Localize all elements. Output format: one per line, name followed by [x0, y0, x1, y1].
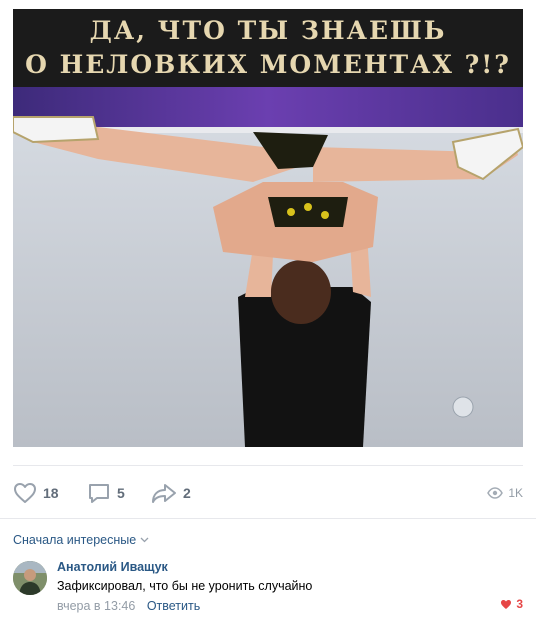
avatar[interactable]: [13, 561, 47, 595]
share-count: 2: [183, 485, 191, 501]
comments-divider: [0, 518, 536, 519]
image-caption-banner: ДА, ЧТО ТЫ ЗНАЕШЬ О НЕЛОВКИХ МОМЕНТАХ ?!…: [13, 9, 523, 87]
reply-button[interactable]: Ответить: [147, 599, 200, 613]
views-counter: 1K: [487, 478, 523, 508]
like-count: 18: [43, 485, 59, 501]
share-button[interactable]: 2: [151, 478, 191, 508]
comment-button[interactable]: 5: [87, 478, 125, 508]
comment-author[interactable]: Анатолий Иващук: [57, 560, 168, 574]
image-caption-line-1: ДА, ЧТО ТЫ ЗНАЕШЬ: [89, 16, 447, 45]
share-arrow-icon: [152, 484, 176, 503]
comment-bubble-icon: [89, 484, 109, 503]
comment-item: Анатолий Иващук Зафиксировал, что бы не …: [13, 559, 523, 619]
actions-divider: [13, 465, 523, 466]
comment-like-button[interactable]: 3: [500, 597, 523, 611]
view-count: 1K: [508, 486, 523, 500]
sort-label: Сначала интересные: [13, 533, 137, 547]
heart-filled-icon: [501, 599, 512, 609]
comment-meta: вчера в 13:46 Ответить: [57, 599, 200, 613]
figure-skating-photo: [13, 87, 523, 447]
post-image[interactable]: ДА, ЧТО ТЫ ЗНАЕШЬ О НЕЛОВКИХ МОМЕНТАХ ?!…: [13, 9, 523, 447]
chevron-down-icon: [140, 537, 149, 543]
comment-text: Зафиксировал, что бы не уронить случайно: [57, 579, 313, 593]
comments-sort-dropdown[interactable]: Сначала интересные: [13, 533, 149, 547]
comment-like-count: 3: [516, 597, 523, 611]
like-button[interactable]: 18: [13, 478, 59, 508]
avatar-photo: [13, 561, 47, 595]
eye-icon: [487, 487, 504, 499]
comment-count: 5: [117, 485, 125, 501]
comment-time[interactable]: вчера в 13:46: [57, 599, 135, 613]
heart-icon: [14, 483, 36, 503]
image-caption-line-2: О НЕЛОВКИХ МОМЕНТАХ ?!?: [25, 50, 511, 79]
post-actions-bar: 18 5 2 1K: [13, 478, 523, 508]
